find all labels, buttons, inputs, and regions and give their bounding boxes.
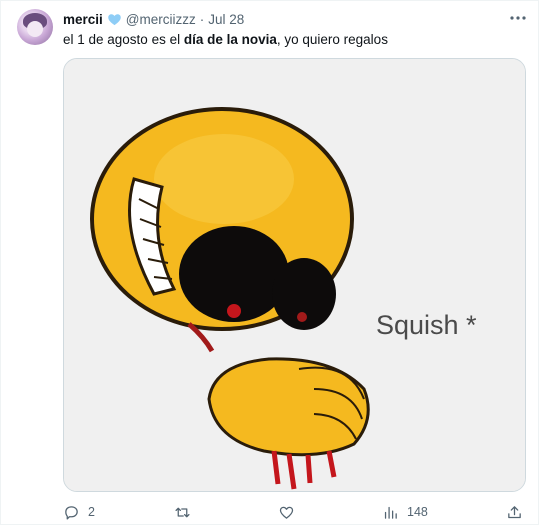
tweet-text: el 1 de agosto es el día de la novia, yo…: [63, 31, 388, 48]
avatar-face: [27, 21, 43, 37]
reply-count: 2: [88, 505, 95, 519]
media-caption: Squish *: [376, 310, 477, 340]
views-count: 148: [407, 505, 428, 519]
author-name[interactable]: mercii: [63, 12, 103, 27]
retweet-button[interactable]: [174, 501, 199, 523]
tweet-header: mercii @merciizzz · Jul 28: [63, 10, 244, 28]
tweet-media-image[interactable]: Squish *: [63, 58, 526, 492]
tweet-text-prefix: el 1 de agosto es el: [63, 32, 184, 47]
author-handle[interactable]: @merciizzz: [126, 12, 196, 27]
tweet-text-suffix: , yo quiero regalos: [276, 32, 388, 47]
more-icon[interactable]: [508, 9, 528, 27]
reply-icon: [65, 505, 78, 520]
share-icon: [508, 505, 521, 518]
tweet-text-bold: día de la novia: [183, 32, 277, 47]
like-icon: [279, 506, 294, 519]
verified-heart-icon: [108, 13, 121, 25]
tweet[interactable]: mercii @merciizzz · Jul 28 el 1 de agost…: [0, 0, 539, 525]
retweet-icon: [175, 507, 190, 517]
reply-button[interactable]: 2: [63, 501, 95, 523]
share-button[interactable]: [506, 501, 523, 523]
separator-dot: ·: [199, 11, 205, 27]
tweet-date[interactable]: Jul 28: [208, 12, 244, 27]
like-button[interactable]: [278, 501, 303, 523]
avatar[interactable]: [17, 9, 53, 45]
tweet-actions: 2 148: [63, 501, 526, 523]
views-button[interactable]: 148: [382, 501, 428, 523]
views-icon: [384, 506, 397, 519]
